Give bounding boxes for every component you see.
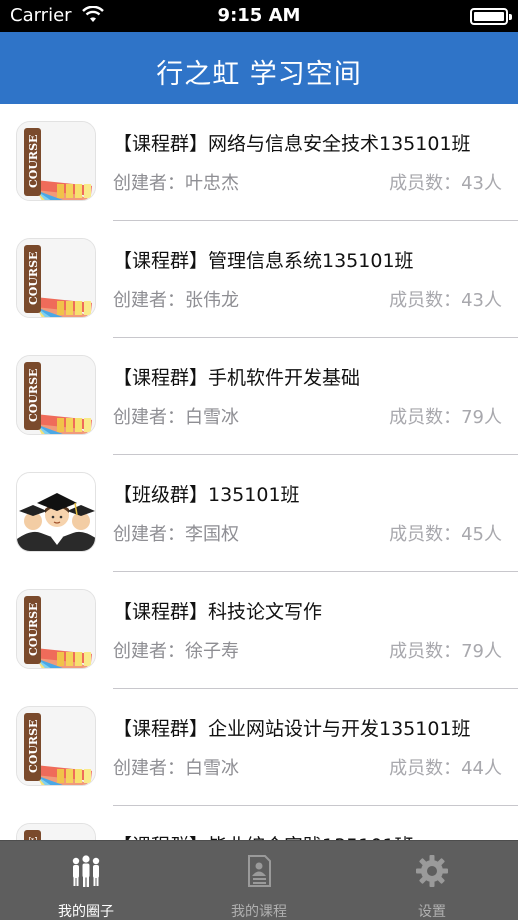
member-count: 成员数：44人 (389, 754, 502, 780)
svg-text:COURSE: COURSE (27, 720, 40, 773)
members-value: 45人 (461, 524, 502, 545)
list-item[interactable]: COURSE 【课程群】网络与信息安全技术135101班 创建者：叶忠杰 成员数：4… (0, 104, 518, 221)
list-item[interactable]: COURSE 【课程群】管理信息系统135101班 创建者：张伟龙 成员数：43人 (0, 221, 518, 338)
members-value: 79人 (461, 641, 502, 662)
creator-name: 张伟龙 (185, 290, 239, 311)
creator-prefix: 创建者： (113, 173, 185, 194)
svg-text:COURSE: COURSE (27, 252, 40, 305)
group-creator: 创建者：张伟龙 (113, 286, 239, 312)
group-title: 【班级群】135101班 (113, 484, 300, 506)
svg-text:COURSE: COURSE (27, 369, 40, 422)
group-title: 【课程群】科技论文写作 (113, 601, 323, 623)
tab-settings[interactable]: 设置 (346, 841, 518, 920)
group-title: 【课程群】手机软件开发基础 (113, 367, 361, 389)
course-icon: COURSE (16, 355, 96, 435)
course-icon: COURSE (16, 706, 96, 786)
svg-text:COURSE: COURSE (27, 603, 40, 656)
list-item[interactable]: COURSE 【课程群】手机软件开发基础 创建者：白雪冰 成员数：79人 (0, 338, 518, 455)
creator-prefix: 创建者： (113, 641, 185, 662)
members-value: 43人 (461, 173, 502, 194)
tab-bar: 我的圈子 我的课程 设置 (0, 840, 518, 920)
members-prefix: 成员数： (389, 407, 462, 428)
group-title: 【课程群】网络与信息安全技术135101班 (113, 133, 471, 155)
members-prefix: 成员数： (389, 641, 462, 662)
creator-prefix: 创建者： (113, 758, 185, 779)
creator-name: 叶忠杰 (185, 173, 239, 194)
member-count: 成员数：43人 (389, 286, 502, 312)
page-title: 行之虹 学习空间 (156, 59, 362, 90)
group-creator: 创建者：徐子寿 (113, 637, 239, 663)
navigation-bar: 行之虹 学习空间 (0, 32, 518, 104)
tab-label: 我的课程 (231, 904, 287, 920)
creator-prefix: 创建者： (113, 290, 185, 311)
member-count: 成员数：43人 (389, 169, 502, 195)
tab-label: 我的圈子 (58, 904, 114, 920)
creator-name: 白雪冰 (185, 407, 239, 428)
tab-label: 设置 (418, 904, 446, 920)
list-item[interactable]: 【班级群】135101班 创建者：李国权 成员数：45人 (0, 455, 518, 572)
svg-text:COURSE: COURSE (27, 135, 40, 188)
members-value: 43人 (461, 290, 502, 311)
member-count: 成员数：79人 (389, 403, 502, 429)
creator-prefix: 创建者： (113, 524, 185, 545)
course-icon: COURSE (16, 121, 96, 201)
battery-icon (470, 8, 512, 25)
group-title: 【课程群】管理信息系统135101班 (113, 250, 414, 272)
tab-circles[interactable]: 我的圈子 (0, 841, 172, 920)
members-value: 79人 (461, 407, 502, 428)
list-item[interactable]: COURSE 【课程群】科技论文写作 创建者：徐子寿 成员数：79人 (0, 572, 518, 689)
status-bar: Carrier 9:15 AM (0, 0, 518, 32)
creator-name: 李国权 (185, 524, 239, 545)
tab-courses[interactable]: 我的课程 (173, 841, 345, 920)
group-creator: 创建者：白雪冰 (113, 403, 239, 429)
creator-name: 徐子寿 (185, 641, 239, 662)
course-icon: COURSE (16, 823, 96, 840)
group-creator: 创建者：白雪冰 (113, 754, 239, 780)
class-group-icon (16, 472, 96, 552)
members-prefix: 成员数： (389, 524, 462, 545)
creator-prefix: 创建者： (113, 407, 185, 428)
members-prefix: 成员数： (389, 173, 462, 194)
members-prefix: 成员数： (389, 758, 462, 779)
clock: 9:15 AM (217, 5, 301, 26)
creator-name: 白雪冰 (185, 758, 239, 779)
members-value: 44人 (461, 758, 502, 779)
member-count: 成员数：79人 (389, 637, 502, 663)
course-icon: COURSE (16, 589, 96, 669)
list-item[interactable]: COURSE 【课程群】企业网站设计与开发135101班 创建者：白雪冰 成员数：4… (0, 689, 518, 806)
group-creator: 创建者：叶忠杰 (113, 169, 239, 195)
group-title: 【课程群】毕业综合实践135101班 (113, 831, 414, 840)
group-title: 【课程群】企业网站设计与开发135101班 (113, 718, 471, 740)
group-list[interactable]: COURSE 【课程群】网络与信息安全技术135101班 创建者：叶忠杰 成员数：4… (0, 104, 518, 840)
member-count: 成员数：45人 (389, 520, 502, 546)
members-prefix: 成员数： (389, 290, 462, 311)
list-item[interactable]: COURSE 【课程群】毕业综合实践135101班 (0, 806, 518, 840)
course-icon: COURSE (16, 238, 96, 318)
group-creator: 创建者：李国权 (113, 520, 239, 546)
